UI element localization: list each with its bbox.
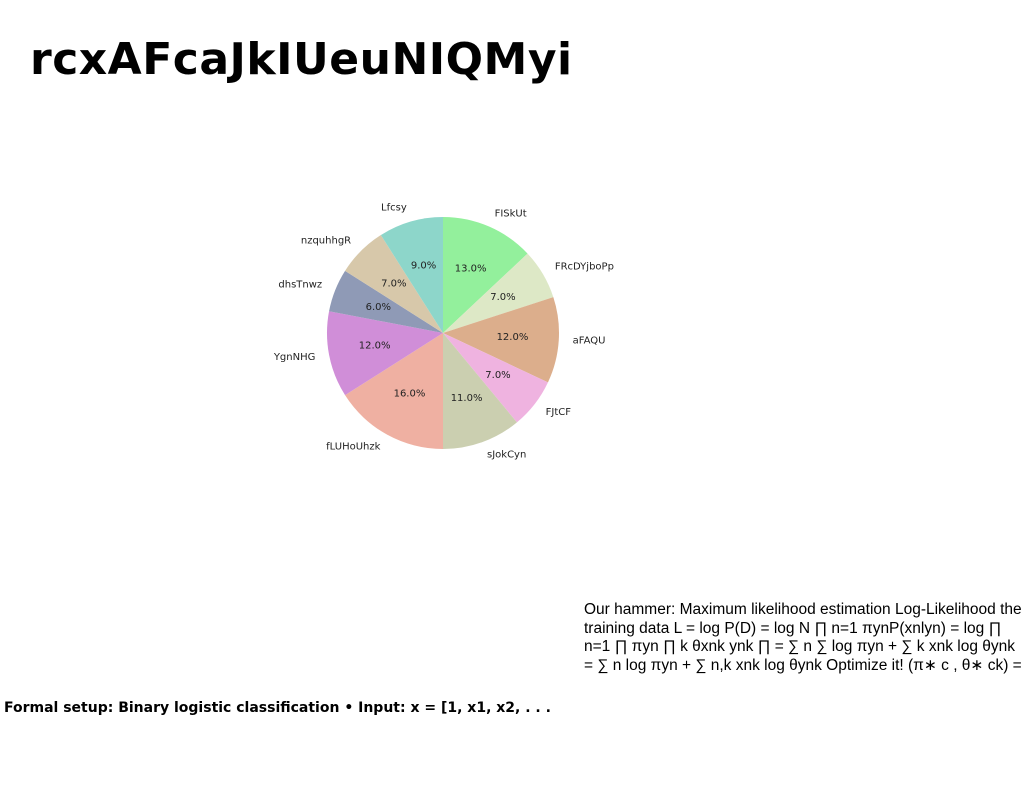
pie-category-label: YgnNHG xyxy=(273,352,316,363)
pie-percent-label: 6.0% xyxy=(366,302,391,313)
pie-percent-label: 16.0% xyxy=(394,388,426,399)
pie-percent-label: 7.0% xyxy=(485,370,510,381)
pie-category-label: nzquhhgR xyxy=(301,236,351,247)
pie-percent-label: 7.0% xyxy=(490,292,515,303)
pie-percent-label: 13.0% xyxy=(455,264,487,275)
pie-chart: 13.0% 7.0% 12.0% 7.0% 11.0% 16.0% 12.0% 6.0% 7.0… xyxy=(273,203,614,461)
pie-percent-label: 12.0% xyxy=(359,341,391,352)
pie-percent-label: 12.0% xyxy=(497,332,529,343)
side-note-text: Our hammer: Maximum likelihood estimatio… xyxy=(584,601,1022,674)
pie-category-label: sJokCyn xyxy=(487,450,526,461)
pie-percent-label: 11.0% xyxy=(451,393,483,404)
pie-percent-label: 7.0% xyxy=(381,278,406,289)
pie-category-label: aFAQU xyxy=(573,336,606,347)
pie-category-label: FRcDYjboPp xyxy=(555,261,614,272)
pie-category-label: Lfcsy xyxy=(381,203,407,214)
pie-category-label: dhsTnwz xyxy=(278,280,322,291)
pie-category-label: FJtCF xyxy=(546,407,572,418)
footer-note-text: Formal setup: Binary logistic classifica… xyxy=(4,700,551,716)
pie-category-label: fLUHoUhzk xyxy=(326,441,380,452)
pie-percent-label: 9.0% xyxy=(411,261,436,272)
pie-category-label: FISkUt xyxy=(495,208,527,219)
